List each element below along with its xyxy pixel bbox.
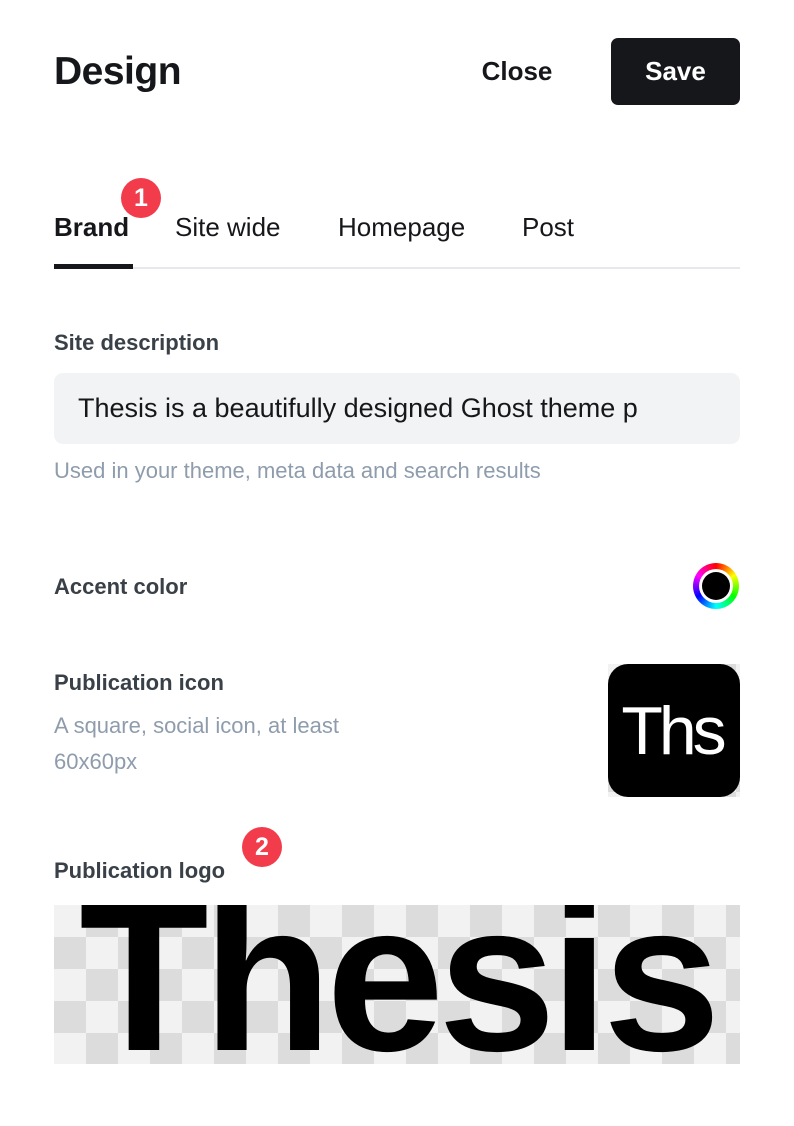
accent-color-picker[interactable] — [693, 563, 739, 609]
accent-color-swatch — [702, 572, 730, 600]
publication-icon-image: Ths — [608, 664, 740, 797]
publication-logo-upload[interactable]: Thesis — [54, 905, 740, 1064]
tab-homepage[interactable]: Homepage — [338, 212, 465, 243]
save-button[interactable]: Save — [611, 38, 740, 105]
design-settings-panel: Design Close Save Brand Site wide Homepa… — [0, 0, 794, 1126]
tab-brand[interactable]: Brand — [54, 212, 129, 243]
step-badge-1: 1 — [121, 178, 161, 218]
page-title: Design — [54, 50, 182, 93]
site-description-label: Site description — [54, 330, 220, 355]
site-description-hint: Used in your theme, meta data and search… — [54, 458, 541, 483]
active-tab-indicator — [54, 264, 133, 269]
publication-logo-image: Thesis — [79, 905, 721, 1064]
tab-site-wide[interactable]: Site wide — [175, 212, 281, 243]
tab-post[interactable]: Post — [522, 212, 574, 243]
close-button[interactable]: Close — [462, 38, 572, 105]
publication-icon-label: Publication icon — [54, 670, 224, 695]
publication-icon-upload[interactable]: Ths — [608, 664, 740, 797]
publication-icon-hint: A square, social icon, at least 60x60px — [54, 713, 339, 774]
accent-color-label: Accent color — [54, 574, 188, 599]
step-badge-2: 2 — [242, 827, 282, 867]
design-tabs: Brand Site wide Homepage Post — [54, 200, 740, 269]
color-swatch-ring — [699, 569, 733, 603]
site-description-input[interactable] — [54, 373, 740, 444]
publication-logo-label: Publication logo — [54, 858, 226, 883]
